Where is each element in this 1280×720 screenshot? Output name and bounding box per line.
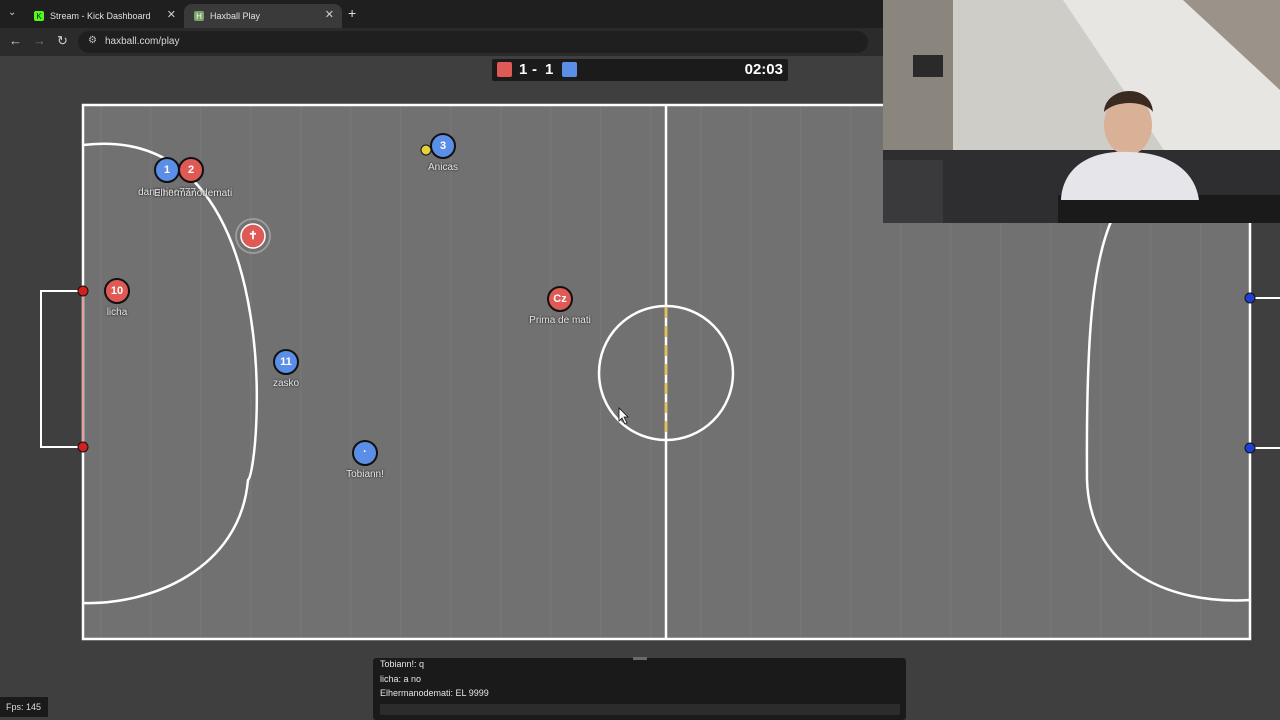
player-number: ✝ [248,230,258,242]
red-score: 1 [519,61,528,78]
right-goal-post-bottom [1244,442,1256,454]
webcam-overlay [883,0,1280,223]
fps-counter: Fps: 145 [0,697,48,717]
score-separator: - [532,61,537,78]
player-number: · [363,446,367,458]
left-goal [40,290,83,448]
player-number: Cz [553,293,567,305]
webcam-image [883,0,1280,223]
player-number: 11 [280,356,292,368]
left-goal-post-top [77,285,89,297]
player-name: Elhermanodemati [153,188,233,199]
player-number: 1 [163,164,171,176]
player-number: 2 [187,164,195,176]
chat-message: licha: a no [380,674,422,684]
player-name: Anicas [427,162,459,173]
blue-team-color [562,62,577,77]
left-goal-post-bottom [77,441,89,453]
match-timer: 02:03 [744,61,783,78]
right-goal-post-top [1244,292,1256,304]
red-team-color [497,62,512,77]
chat-input[interactable] [380,704,900,715]
player-name: Tobiann! [346,469,384,480]
blue-score: 1 [545,61,554,78]
player-number: 3 [439,140,447,152]
player-name: licha [106,307,128,318]
chat-panel: Tobiann!: q licha: a no Elhermanodemati:… [373,657,906,720]
player-name: zasko [272,378,300,389]
player-name: Prima de mati [529,315,591,326]
scoreboard: 1 - 1 02:03 [492,59,788,81]
player-number: 10 [110,285,124,297]
right-goal [1250,297,1280,449]
chat-message: Elhermanodemati: EL 9999 [380,688,489,698]
chat-resize-handle[interactable] [633,657,647,660]
chat-message: Tobiann!: q [380,659,425,669]
ball [420,144,432,156]
